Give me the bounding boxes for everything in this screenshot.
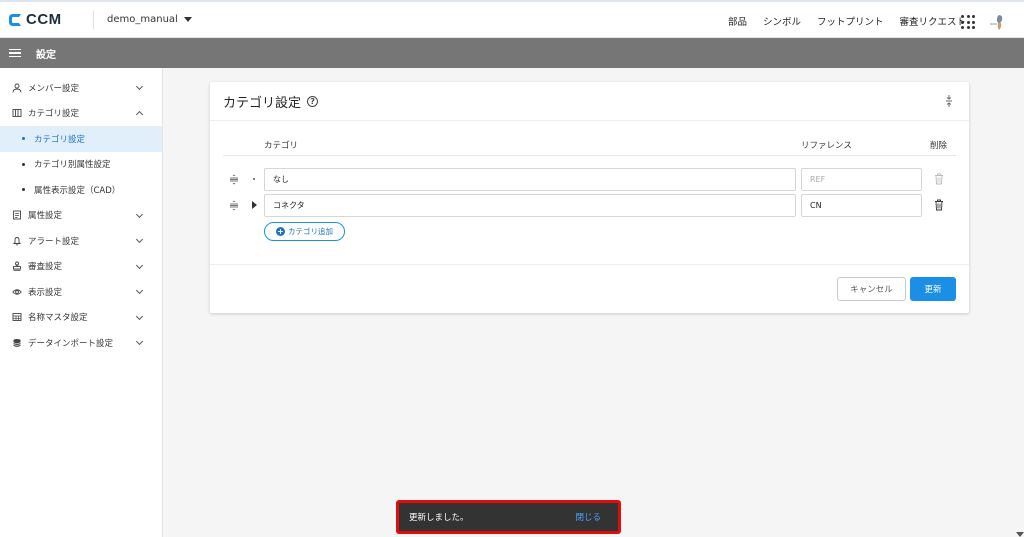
category-name-input[interactable] (264, 168, 796, 191)
chevron-down-icon (135, 82, 144, 91)
update-button[interactable]: 更新 (910, 277, 956, 301)
sidebar-item-label: データインポート設定 (28, 338, 114, 349)
table-icon (12, 313, 22, 322)
bullet-icon (22, 162, 25, 166)
logo-text: CCM (26, 11, 62, 28)
collapse-rows-icon[interactable] (943, 94, 955, 108)
chevron-down-icon (135, 210, 144, 218)
nav-symbol[interactable]: シンボル (763, 14, 801, 28)
chevron-down-icon (135, 235, 144, 244)
nav-footprint[interactable]: フットプリント (817, 14, 884, 28)
sidebar-subitem-category-settings[interactable]: カテゴリ設定 (0, 126, 162, 152)
sidebar-item-review[interactable]: 審査設定 (0, 254, 162, 280)
sidebar-item-alert[interactable]: アラート設定 (0, 228, 162, 254)
divider (93, 10, 94, 29)
chevron-down-icon (135, 261, 144, 269)
sidebar-item-category[interactable]: カテゴリ設定 (0, 101, 162, 127)
sidebar-item-member[interactable]: メンバー設定 (0, 75, 162, 101)
sidebar-item-label: アラート設定 (28, 236, 80, 247)
snackbar-close-button[interactable]: 閉じる (575, 511, 601, 523)
bullet-icon (253, 178, 255, 180)
footer-divider (210, 264, 969, 265)
category-name-input[interactable] (264, 194, 796, 217)
sidebar-subitem-category-attributes[interactable]: カテゴリ別属性設定 (0, 152, 162, 178)
drag-handle-icon[interactable] (229, 174, 239, 185)
help-icon[interactable]: ? (307, 95, 319, 107)
eye-icon (12, 289, 22, 295)
database-icon (13, 338, 21, 347)
sidebar-item-label: 表示設定 (28, 287, 63, 298)
sidebar: メンバー設定 カテゴリ設定 カテゴリ設定 カテゴリ別属性設定 属性表示設定（CA… (0, 68, 163, 537)
card-title: カテゴリ設定 (223, 95, 302, 111)
column-header-category: カテゴリ (264, 141, 299, 151)
top-nav: 部品 シンボル フットプリント 審査リクエスト (712, 2, 966, 40)
sidebar-item-label: 属性設定 (28, 211, 63, 222)
project-selector[interactable]: demo_manual (107, 14, 192, 25)
nav-parts[interactable]: 部品 (728, 14, 747, 28)
sidebar-item-label: カテゴリ設定 (28, 109, 80, 120)
bullet-icon (22, 188, 25, 192)
chevron-down-icon (135, 286, 144, 295)
project-name: demo_manual (107, 14, 178, 25)
add-category-button[interactable]: + カテゴリ追加 (264, 222, 345, 241)
sidebar-item-display[interactable]: 表示設定 (0, 279, 162, 305)
category-row (210, 168, 969, 191)
top-bar: CCM demo_manual 部品 シンボル フットプリント 審査リクエスト (0, 0, 1024, 38)
expand-arrow-icon[interactable] (252, 201, 257, 209)
title-bar: 設定 (0, 38, 1024, 68)
sidebar-item-attribute[interactable]: 属性設定 (0, 203, 162, 229)
document-icon (13, 210, 21, 220)
category-settings-card: カテゴリ設定 ? カテゴリ リファレンス 削除 なし REF コネクタ CN +… (210, 82, 969, 313)
menu-icon[interactable] (9, 48, 21, 58)
category-list-icon (12, 109, 22, 118)
stamp-icon (13, 261, 21, 271)
sidebar-subitem-label: カテゴリ別属性設定 (34, 160, 111, 171)
column-header-reference: リファレンス (801, 141, 852, 151)
sidebar-subitem-label: 属性表示設定（CAD） (34, 185, 121, 196)
sidebar-item-label: 審査設定 (28, 262, 63, 273)
ccm-logo-icon (9, 13, 21, 26)
bell-icon (12, 236, 22, 246)
column-header-delete: 削除 (930, 141, 948, 151)
bullet-icon (22, 137, 25, 141)
add-category-label: カテゴリ追加 (288, 227, 333, 236)
app-logo[interactable]: CCM (8, 11, 86, 28)
user-avatar-icon[interactable] (988, 12, 1008, 32)
sidebar-subitem-label: カテゴリ設定 (34, 134, 86, 145)
chevron-down-icon (135, 312, 144, 320)
page-title: 設定 (36, 49, 56, 61)
plus-circle-icon: + (276, 227, 285, 236)
snackbar: 更新しました。 閉じる (396, 500, 621, 534)
drag-handle-icon[interactable] (229, 200, 239, 211)
sidebar-item-label: 名称マスタ設定 (28, 313, 88, 324)
sidebar-item-name-master[interactable]: 名称マスタ設定 (0, 305, 162, 331)
trash-icon (935, 173, 943, 185)
chevron-up-icon (135, 110, 144, 118)
apps-grid-icon[interactable] (961, 15, 975, 29)
category-row (210, 194, 969, 217)
reference-input[interactable] (801, 168, 922, 191)
sidebar-item-label: メンバー設定 (28, 83, 80, 94)
person-icon (12, 83, 22, 93)
chevron-down-icon (135, 337, 144, 346)
sidebar-subitem-attribute-display-cad[interactable]: 属性表示設定（CAD） (0, 177, 162, 203)
scroll-down-arrow-icon[interactable] (1016, 532, 1024, 537)
snackbar-message: 更新しました。 (409, 513, 469, 523)
header-divider (223, 155, 956, 156)
nav-review-request[interactable]: 審査リクエスト (899, 14, 966, 28)
card-header: カテゴリ設定 ? (210, 82, 969, 121)
sidebar-item-data-import[interactable]: データインポート設定 (0, 330, 162, 356)
trash-icon[interactable] (934, 199, 944, 211)
reference-input[interactable] (801, 194, 922, 217)
cancel-button[interactable]: キャンセル (837, 277, 906, 301)
caret-down-icon (183, 17, 192, 22)
